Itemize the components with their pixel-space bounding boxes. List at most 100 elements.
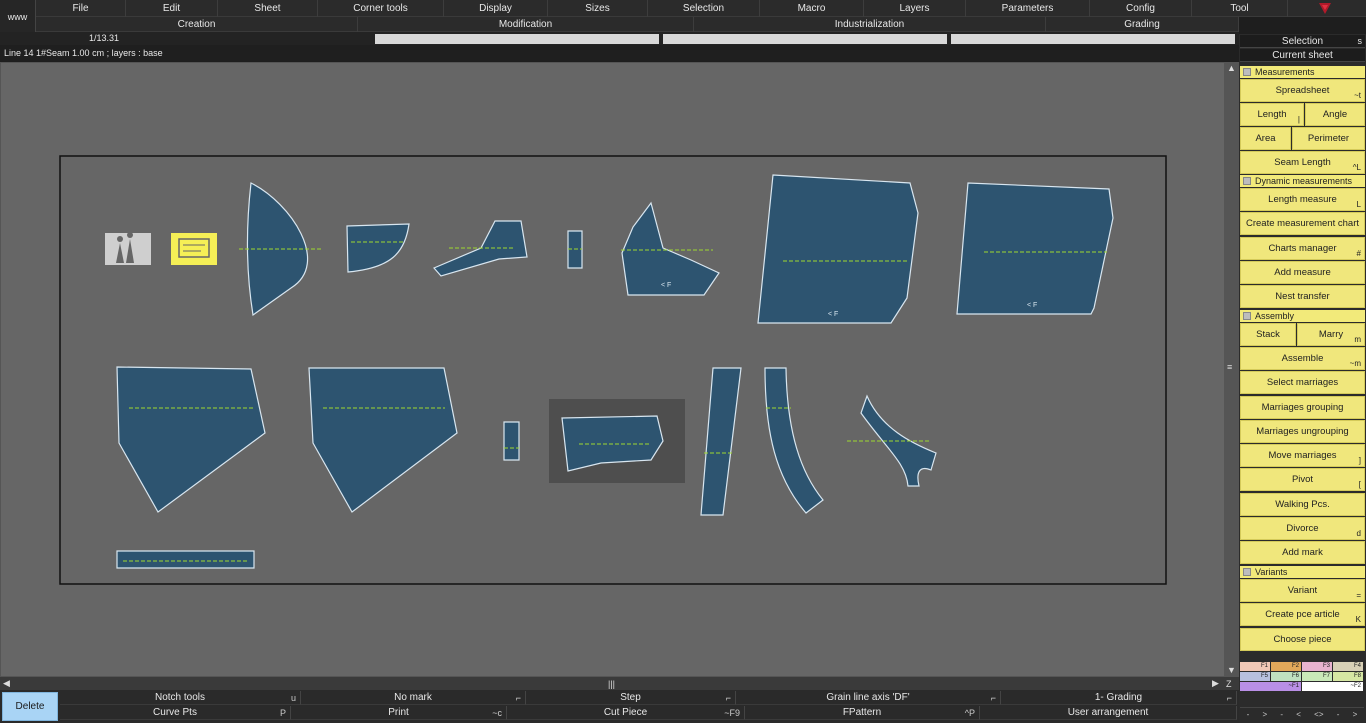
delete-button[interactable]: Delete: [2, 692, 58, 721]
pattern-piece-front[interactable]: < F: [757, 174, 919, 324]
swatch-0-0[interactable]: F1: [1240, 662, 1271, 671]
nav-control-0[interactable]: -: [1247, 710, 1250, 719]
menu-sheet[interactable]: Sheet: [218, 0, 318, 17]
nav-control-6[interactable]: >: [1353, 710, 1358, 719]
menu-sizes[interactable]: Sizes: [548, 0, 648, 17]
variant-button[interactable]: Variant =: [1240, 579, 1365, 602]
user-arrangement-button[interactable]: User arrangement: [980, 706, 1237, 720]
section-dynamic-measurements[interactable]: Dynamic measurements: [1240, 175, 1365, 187]
checkbox-icon[interactable]: [1243, 177, 1251, 185]
pattern-piece-yoke[interactable]: < F: [621, 201, 720, 296]
menu-macro[interactable]: Macro: [760, 0, 864, 17]
select-marriages-button[interactable]: Select marriages: [1240, 371, 1365, 394]
www-button[interactable]: www: [0, 0, 36, 34]
nav-control-3[interactable]: <: [1296, 710, 1301, 719]
swatch-2-1[interactable]: ~F2: [1302, 682, 1364, 691]
pattern-piece-gusset[interactable]: [847, 394, 937, 487]
stack-button[interactable]: Stack: [1240, 323, 1296, 346]
nest-transfer-button[interactable]: Nest transfer: [1240, 285, 1365, 308]
section-measurements[interactable]: Measurements: [1240, 66, 1365, 78]
zoom-icon[interactable]: Z: [1226, 679, 1232, 689]
pattern-piece-skirt-left[interactable]: [116, 366, 266, 513]
length-button[interactable]: Length |: [1240, 103, 1304, 126]
current-sheet-header[interactable]: Current sheet: [1240, 49, 1365, 62]
swatch-1-1[interactable]: F6: [1271, 672, 1302, 681]
spreadsheet-button[interactable]: Spreadsheet ~t: [1240, 79, 1365, 102]
move-marriages-button[interactable]: Move marriages]: [1240, 444, 1365, 467]
cut-piece-button[interactable]: Cut Piece ~F9: [507, 706, 745, 720]
checkbox-icon[interactable]: [1243, 68, 1251, 76]
marry-button[interactable]: Marry m: [1297, 323, 1365, 346]
drawing-canvas[interactable]: < F < F < F: [0, 62, 1239, 677]
notch-tools-button[interactable]: Notch tools u: [60, 691, 301, 705]
scroll-thumb-icon[interactable]: ≡: [1227, 362, 1232, 372]
swatch-0-3[interactable]: F4: [1333, 662, 1364, 671]
grain-line-button[interactable]: Grain line axis 'DF' ⌐: [736, 691, 1001, 705]
nav-control-4[interactable]: <>: [1314, 710, 1323, 719]
checkbox-icon[interactable]: [1243, 568, 1251, 576]
no-mark-button[interactable]: No mark ⌐: [301, 691, 526, 705]
swatch-1-2[interactable]: F7: [1302, 672, 1333, 681]
swatch-2-0[interactable]: ~F1: [1240, 682, 1302, 691]
marriages-grouping-button[interactable]: Marriages grouping: [1240, 396, 1365, 419]
scroll-right-icon[interactable]: ▶: [1212, 678, 1219, 689]
swatch-1-3[interactable]: F8: [1333, 672, 1364, 681]
tab-grading[interactable]: Grading: [1046, 17, 1239, 32]
menu-selection[interactable]: Selection: [648, 0, 760, 17]
tab-modification[interactable]: Modification: [358, 17, 694, 32]
angle-button[interactable]: Angle: [1305, 103, 1365, 126]
grading-level-button[interactable]: 1- Grading ⌐: [1001, 691, 1237, 705]
pattern-piece-facing-curve[interactable]: [764, 367, 824, 514]
scroll-down-icon[interactable]: ▼: [1227, 665, 1236, 675]
scroll-left-icon[interactable]: ◀: [3, 678, 10, 689]
add-mark-button[interactable]: Add mark: [1240, 541, 1365, 564]
menu-file[interactable]: File: [36, 0, 126, 17]
section-assembly[interactable]: Assembly: [1240, 310, 1365, 322]
pattern-piece-sleeve[interactable]: [239, 182, 323, 317]
add-measure-button[interactable]: Add measure: [1240, 261, 1365, 284]
assemble-button[interactable]: Assemble ~m: [1240, 347, 1365, 370]
length-measure-button[interactable]: Length measure L: [1240, 188, 1365, 211]
print-button[interactable]: Print ~c: [291, 706, 507, 720]
pattern-piece-skirt-right[interactable]: [308, 367, 458, 513]
section-variants[interactable]: Variants: [1240, 566, 1365, 578]
checkbox-icon[interactable]: [1243, 312, 1251, 320]
menu-layers[interactable]: Layers: [864, 0, 966, 17]
marriages-ungrouping-button[interactable]: Marriages ungrouping: [1240, 420, 1365, 443]
swatch-1-0[interactable]: F5: [1240, 672, 1271, 681]
create-measurement-chart-button[interactable]: Create measurement chart: [1240, 212, 1365, 235]
pattern-piece-collar[interactable]: [433, 220, 528, 277]
swatch-0-2[interactable]: F3: [1302, 662, 1333, 671]
area-button[interactable]: Area: [1240, 127, 1291, 150]
tab-creation[interactable]: Creation: [36, 17, 358, 32]
pivot-button[interactable]: Pivot [: [1240, 468, 1365, 491]
selection-header[interactable]: Selection s: [1240, 35, 1365, 48]
charts-manager-button[interactable]: Charts manager #: [1240, 237, 1365, 260]
drawing-thumbnail-icon[interactable]: [171, 233, 217, 265]
seam-length-button[interactable]: Seam Length ^L: [1240, 151, 1365, 174]
tab-industrialization[interactable]: Industrialization: [694, 17, 1046, 32]
pattern-piece-cuff[interactable]: [346, 223, 410, 273]
menu-config[interactable]: Config: [1090, 0, 1192, 17]
menu-tool[interactable]: Tool: [1192, 0, 1288, 17]
horizontal-scrollbar[interactable]: ◀ ||| ▶ Z: [0, 677, 1239, 690]
pattern-piece-waistband-curve[interactable]: [700, 367, 742, 516]
nav-control-2[interactable]: -: [1280, 710, 1283, 719]
pattern-piece-tab[interactable]: [567, 230, 583, 269]
nav-control-5[interactable]: -: [1337, 710, 1340, 719]
perimeter-button[interactable]: Perimeter: [1292, 127, 1365, 150]
pattern-sheet[interactable]: < F < F < F: [1, 63, 1225, 677]
menu-display[interactable]: Display: [444, 0, 548, 17]
divorce-button[interactable]: Divorce d: [1240, 517, 1365, 540]
scroll-up-icon[interactable]: ▲: [1227, 63, 1236, 73]
vertical-scrollbar[interactable]: ▲ ≡ ▼: [1224, 62, 1239, 677]
walking-pcs-button[interactable]: Walking Pcs.: [1240, 493, 1365, 516]
pattern-piece-loop[interactable]: [503, 421, 520, 461]
pattern-piece-strap[interactable]: [116, 550, 255, 569]
choose-piece-button[interactable]: Choose piece: [1240, 628, 1365, 651]
create-pce-article-button[interactable]: Create pce article K: [1240, 603, 1365, 626]
nav-control-1[interactable]: >: [1263, 710, 1268, 719]
menu-corner-tools[interactable]: Corner tools: [318, 0, 444, 17]
menu-parameters[interactable]: Parameters: [966, 0, 1090, 17]
swatch-0-1[interactable]: F2: [1271, 662, 1302, 671]
